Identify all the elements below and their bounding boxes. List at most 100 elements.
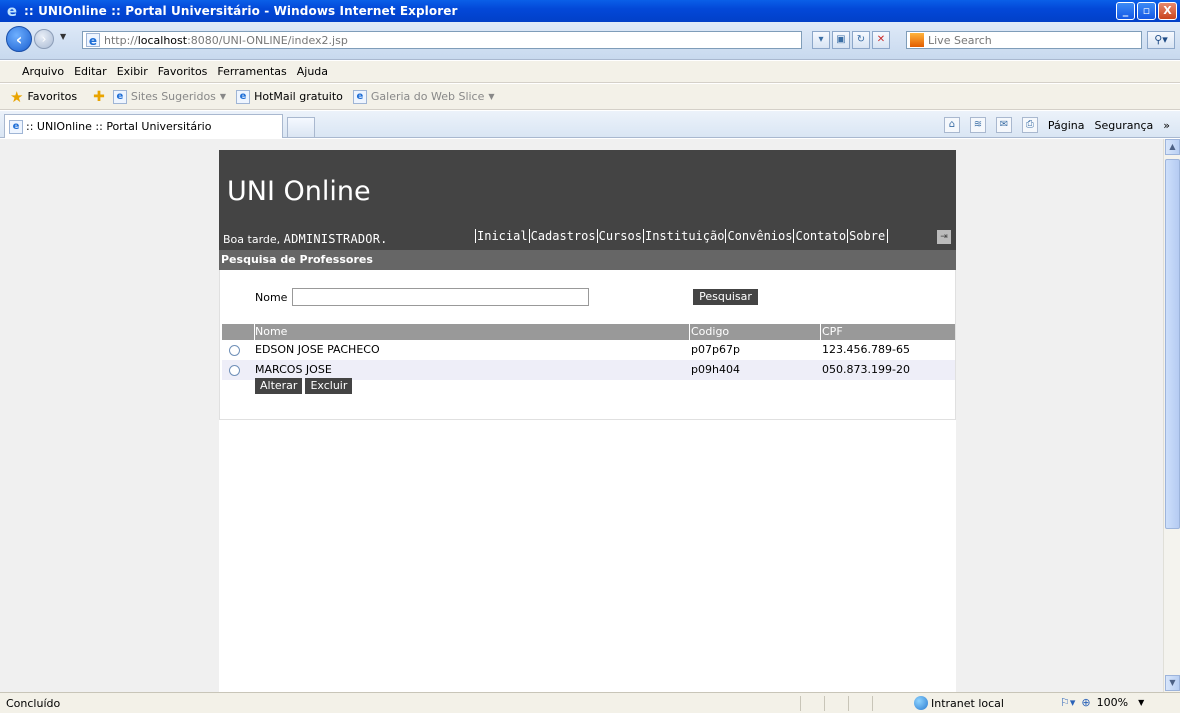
compatibility-view-icon[interactable]: ▣ [832, 31, 850, 49]
forward-button[interactable]: › [34, 29, 54, 49]
fav-web-slice[interactable]: e Galeria do Web Slice ▼ [352, 89, 495, 104]
close-button[interactable]: X [1158, 2, 1177, 20]
back-button[interactable]: ‹ [6, 26, 32, 52]
nav-contato[interactable]: Contato [793, 229, 847, 243]
minimize-button[interactable]: _ [1116, 2, 1135, 20]
command-bar: ⌂ ≋ ✉ ⎙ Página Segurança » [943, 117, 1170, 133]
chevron-down-icon: ▼ [488, 92, 495, 101]
search-button[interactable]: ⚲▾ [1147, 31, 1175, 49]
address-url[interactable]: http://localhost:8080/UNI-ONLINE/index2.… [104, 34, 348, 47]
mail-icon[interactable]: ✉ [995, 117, 1012, 133]
cell-codigo: p07p67p [691, 343, 740, 356]
fav-sites-sugeridos[interactable]: e Sites Sugeridos ▼ [112, 89, 226, 104]
menu-editar[interactable]: Editar [74, 65, 107, 78]
excluir-button[interactable]: Excluir [305, 378, 353, 394]
header-cpf: CPF [822, 325, 843, 338]
menu-exibir[interactable]: Exibir [117, 65, 148, 78]
cell-codigo: p09h404 [691, 363, 740, 376]
header-codigo: Codigo [691, 325, 730, 338]
more-commands-icon[interactable]: » [1163, 119, 1170, 132]
live-search-icon [910, 33, 924, 47]
ie-logo-icon: e [6, 2, 18, 20]
nav-cursos[interactable]: Cursos [596, 229, 643, 243]
site-header: UNI Online Boa tarde, ADMINISTRADOR. Ini… [219, 150, 956, 250]
feeds-icon[interactable]: ≋ [969, 117, 986, 133]
pesquisar-button[interactable]: Pesquisar [693, 289, 758, 305]
zone-label: Intranet local [931, 696, 1004, 710]
nav-instituicao[interactable]: Instituição [642, 229, 725, 243]
header-nome: Nome [255, 325, 288, 338]
security-menu[interactable]: Segurança [1095, 119, 1154, 132]
nome-search-input[interactable] [292, 288, 589, 306]
nav-convenios[interactable]: Convênios [725, 229, 793, 243]
favorites-button[interactable]: Favoritos [27, 90, 77, 103]
status-panel [800, 696, 824, 711]
print-icon[interactable]: ⎙ [1021, 117, 1038, 133]
page-menu[interactable]: Página [1048, 119, 1085, 132]
scroll-up-icon[interactable]: ▲ [1165, 139, 1180, 155]
status-bar: Concluído Intranet local ⚐▾ ⊕ 100% ▼ [0, 692, 1180, 713]
alterar-button[interactable]: Alterar [255, 378, 303, 394]
menu-ajuda[interactable]: Ajuda [297, 65, 328, 78]
protected-mode-icon: ⚐▾ [1060, 696, 1076, 709]
zoom-icon: ⊕ [1081, 696, 1091, 709]
menu-ferramentas[interactable]: Ferramentas [217, 65, 286, 78]
ie-page-icon: e [352, 89, 367, 104]
row-select-radio[interactable] [229, 365, 240, 376]
user-name: ADMINISTRADOR. [283, 232, 388, 246]
address-input[interactable]: e http://localhost:8080/UNI-ONLINE/index… [82, 31, 802, 49]
nome-label: Nome [255, 291, 288, 304]
refresh-icon[interactable]: ↻ [852, 31, 870, 49]
menu-arquivo[interactable]: Arquivo [22, 65, 64, 78]
home-icon[interactable]: ⌂ [943, 117, 960, 133]
stop-icon[interactable]: ✕ [872, 31, 890, 49]
status-panel [848, 696, 872, 711]
favorites-star-icon[interactable]: ★ [10, 88, 23, 106]
status-panel [872, 696, 896, 711]
search-input[interactable]: Live Search [906, 31, 1142, 49]
maximize-button[interactable]: ▫ [1137, 2, 1156, 20]
cell-cpf: 123.456.789-65 [822, 343, 910, 356]
nav-sobre[interactable]: Sobre [847, 229, 889, 243]
new-tab-button[interactable] [287, 117, 315, 137]
vertical-scrollbar[interactable]: ▲ ▼ [1163, 139, 1180, 692]
scroll-thumb[interactable] [1165, 159, 1180, 529]
security-zone[interactable]: Intranet local [914, 696, 1004, 710]
column-divider [254, 324, 255, 340]
add-favorite-icon[interactable]: ✚ [93, 89, 105, 105]
intranet-globe-icon [914, 696, 928, 710]
page-viewport: UNI Online Boa tarde, ADMINISTRADOR. Ini… [0, 139, 1163, 692]
window-titlebar: e :: UNIOnline :: Portal Universitário -… [0, 0, 1180, 22]
window-title: :: UNIOnline :: Portal Universitário - W… [24, 4, 458, 18]
cell-nome: EDSON JOSE PACHECO [255, 343, 380, 356]
menu-favoritos[interactable]: Favoritos [158, 65, 208, 78]
favorites-bar: ★ Favoritos ✚ e Sites Sugeridos ▼ e HotMail… [0, 84, 1180, 110]
nav-inicial[interactable]: Inicial [475, 229, 529, 243]
row-select-radio[interactable] [229, 345, 240, 356]
scroll-down-icon[interactable]: ▼ [1165, 675, 1180, 691]
zoom-control[interactable]: ⚐▾ ⊕ 100% ▼ [1060, 696, 1144, 709]
cell-nome: MARCOS JOSE [255, 363, 332, 376]
table-row: MARCOS JOSE p09h404 050.873.199-20 [222, 360, 955, 380]
main-nav: Inicial Cadastros Cursos Instituição Con… [475, 229, 889, 243]
tab-uni-online[interactable]: e :: UNIOnline :: Portal Universitário [4, 114, 283, 138]
ie-page-icon: e [236, 89, 251, 104]
chevron-down-icon: ▼ [1138, 698, 1145, 707]
status-panels [800, 696, 896, 711]
tab-bar: e :: UNIOnline :: Portal Universitário ⌂… [0, 111, 1180, 138]
user-greeting: Boa tarde, ADMINISTRADOR. [223, 232, 388, 246]
history-dropdown-icon[interactable]: ▼ [60, 32, 66, 41]
cell-cpf: 050.873.199-20 [822, 363, 910, 376]
results-table: Nome Codigo CPF EDSON JOSE PACHECO p07p6… [222, 324, 955, 380]
logout-icon[interactable]: ⇥ [937, 230, 951, 244]
page-icon: e [86, 33, 100, 48]
portal-page: UNI Online Boa tarde, ADMINISTRADOR. Ini… [219, 150, 956, 692]
address-dropdown-icon[interactable]: ▾ [812, 31, 830, 49]
table-header: Nome Codigo CPF [222, 324, 955, 340]
fav-hotmail[interactable]: e HotMail gratuito [236, 89, 343, 104]
nav-cadastros[interactable]: Cadastros [528, 229, 597, 243]
site-title: UNI Online [227, 176, 371, 207]
action-buttons: Alterar Excluir [255, 378, 353, 394]
column-divider [820, 324, 821, 340]
search-form: Nome Pesquisar Nome Codigo CPF EDSON JOS… [219, 270, 956, 420]
